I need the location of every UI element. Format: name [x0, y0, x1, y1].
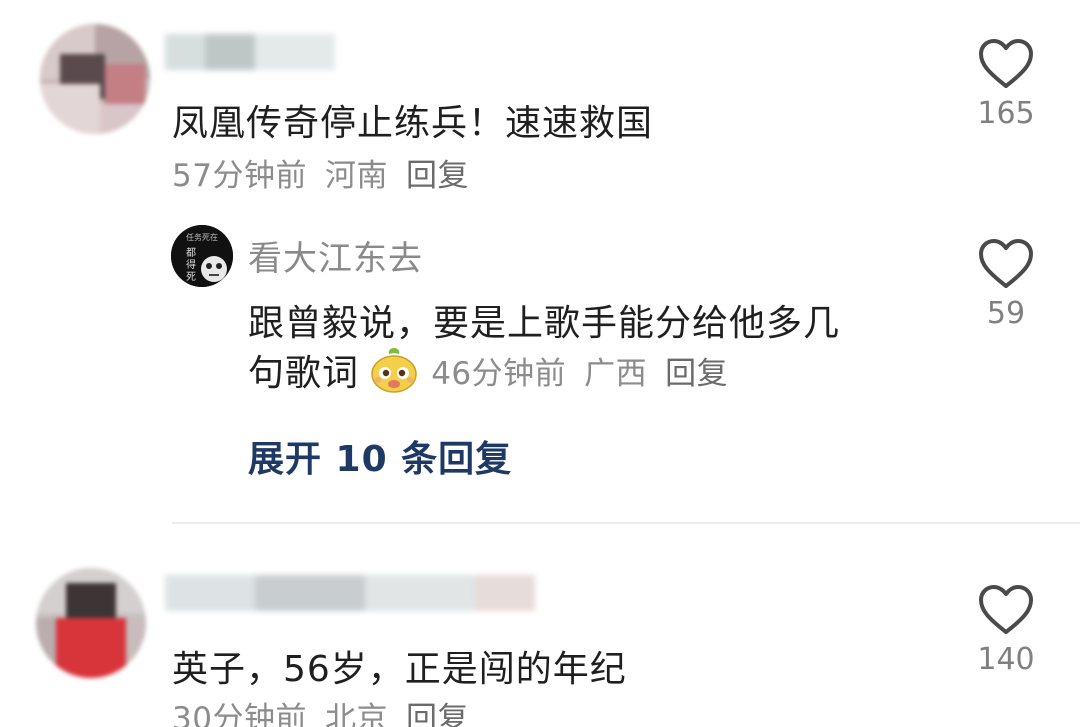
reply-second-line: 句歌词 46分钟前 广西 回复 [248, 344, 728, 394]
heart-outline-icon[interactable] [978, 584, 1034, 636]
reply-meta: 46分钟前 广西 回复 [431, 348, 728, 393]
reply-text-line1: 跟曾毅说，要是上歌手能分给他多几 [248, 303, 841, 344]
avatar-art: 任务死在 都 得 死 [171, 225, 233, 287]
comment-meta: 57分钟前 河南 回复 [172, 150, 469, 195]
commenter-name-redacted[interactable] [165, 575, 535, 611]
avatar-text-3: 死 [186, 272, 196, 283]
reply-avatar[interactable]: 任务死在 都 得 死 [171, 225, 233, 287]
comment-time: 30分钟前 [172, 701, 307, 727]
reply-like-button[interactable]: 59 [961, 238, 1051, 331]
expand-replies-button[interactable]: 展开 10 条回复 [248, 430, 512, 482]
comment-location: 河南 [324, 158, 388, 194]
avatar-text-2: 得 [186, 259, 196, 271]
heart-outline-icon[interactable] [978, 238, 1034, 290]
comment-time: 57分钟前 [172, 158, 307, 194]
reply-text-line2: 句歌词 [248, 353, 360, 394]
reply-location: 广西 [584, 355, 648, 392]
reply-reply-button[interactable]: 回复 [665, 356, 728, 392]
comment-divider [172, 522, 1080, 524]
like-count: 59 [986, 296, 1026, 331]
bear-emoji-icon [368, 346, 420, 394]
heart-outline-icon[interactable] [978, 38, 1034, 90]
comment-location: 北京 [324, 701, 388, 727]
commenter-name-redacted[interactable] [165, 34, 335, 70]
commenter-avatar[interactable] [40, 24, 150, 134]
like-count: 140 [977, 642, 1035, 677]
reply-author-name[interactable]: 看大江东去 [248, 231, 423, 280]
reply-time: 46分钟前 [431, 355, 567, 392]
like-button[interactable]: 165 [961, 38, 1051, 131]
reply-button[interactable]: 回复 [406, 701, 469, 727]
avatar-text-1: 都 [186, 247, 196, 259]
like-button[interactable]: 140 [961, 584, 1051, 677]
reply-button[interactable]: 回复 [406, 158, 469, 194]
avatar-text-top: 任务死在 [186, 232, 218, 242]
commenter-avatar[interactable] [36, 568, 146, 678]
comment-meta: 30分钟前 北京 回复 [172, 693, 469, 727]
comment-text: 凤凰传奇停止练兵！速速救国 [172, 103, 654, 144]
comment-text: 英子，56岁，正是闯的年纪 [172, 649, 627, 690]
like-count: 165 [977, 96, 1035, 131]
